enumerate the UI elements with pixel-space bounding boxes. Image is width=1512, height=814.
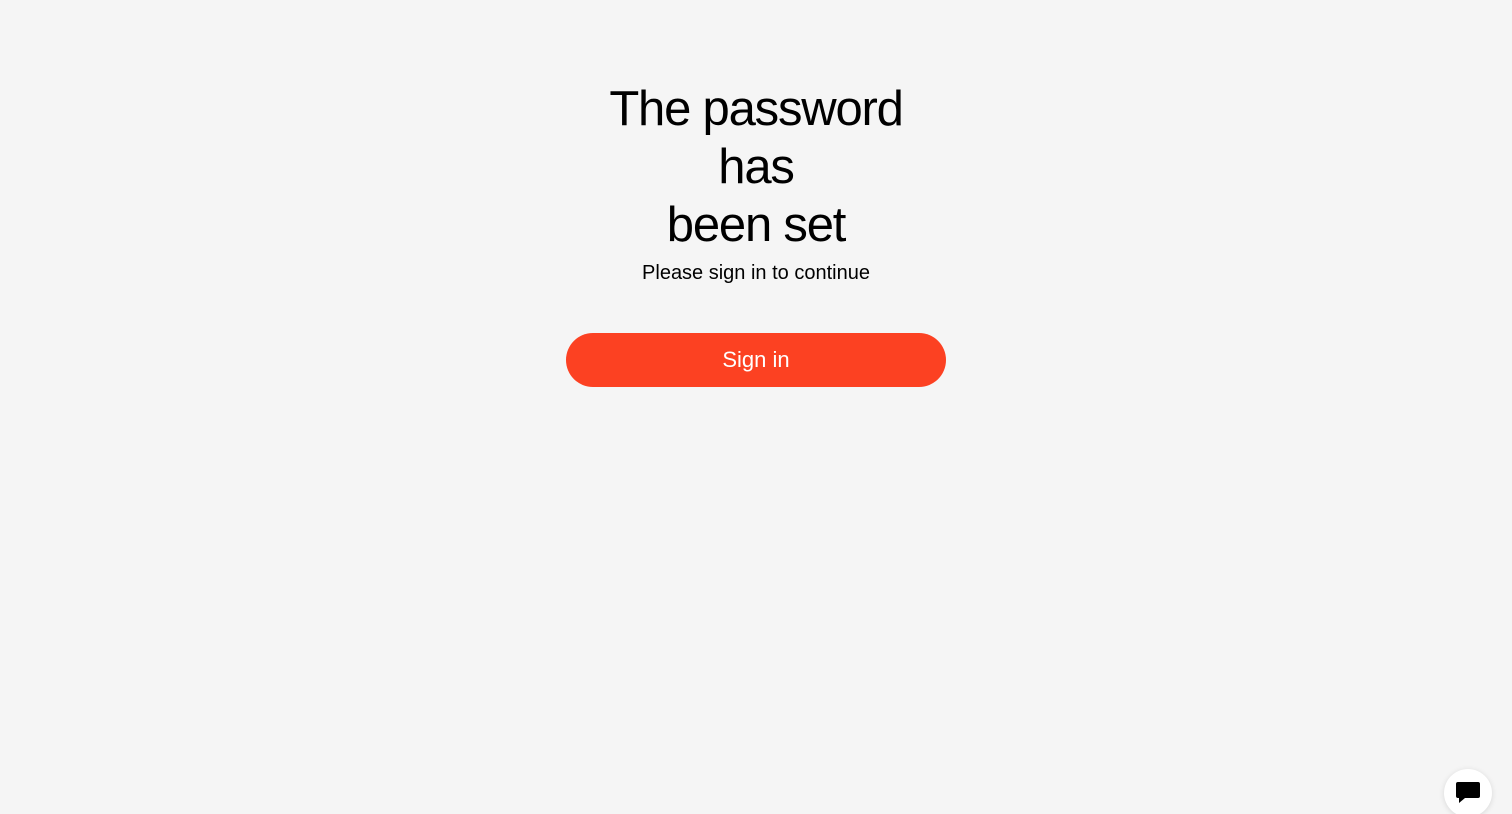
page-title: The password has been set: [566, 80, 946, 254]
page-subtitle: Please sign in to continue: [642, 262, 870, 284]
sign-in-button[interactable]: Sign in: [566, 333, 946, 387]
confirmation-panel: The password has been set Please sign in…: [566, 80, 946, 387]
chat-bubble-icon: [1455, 781, 1481, 805]
chat-launcher-button[interactable]: [1444, 769, 1492, 814]
page-title-line-1: The password has: [609, 82, 904, 194]
page-title-line-2: been set: [666, 198, 847, 252]
page: The password has been set Please sign in…: [0, 0, 1512, 814]
